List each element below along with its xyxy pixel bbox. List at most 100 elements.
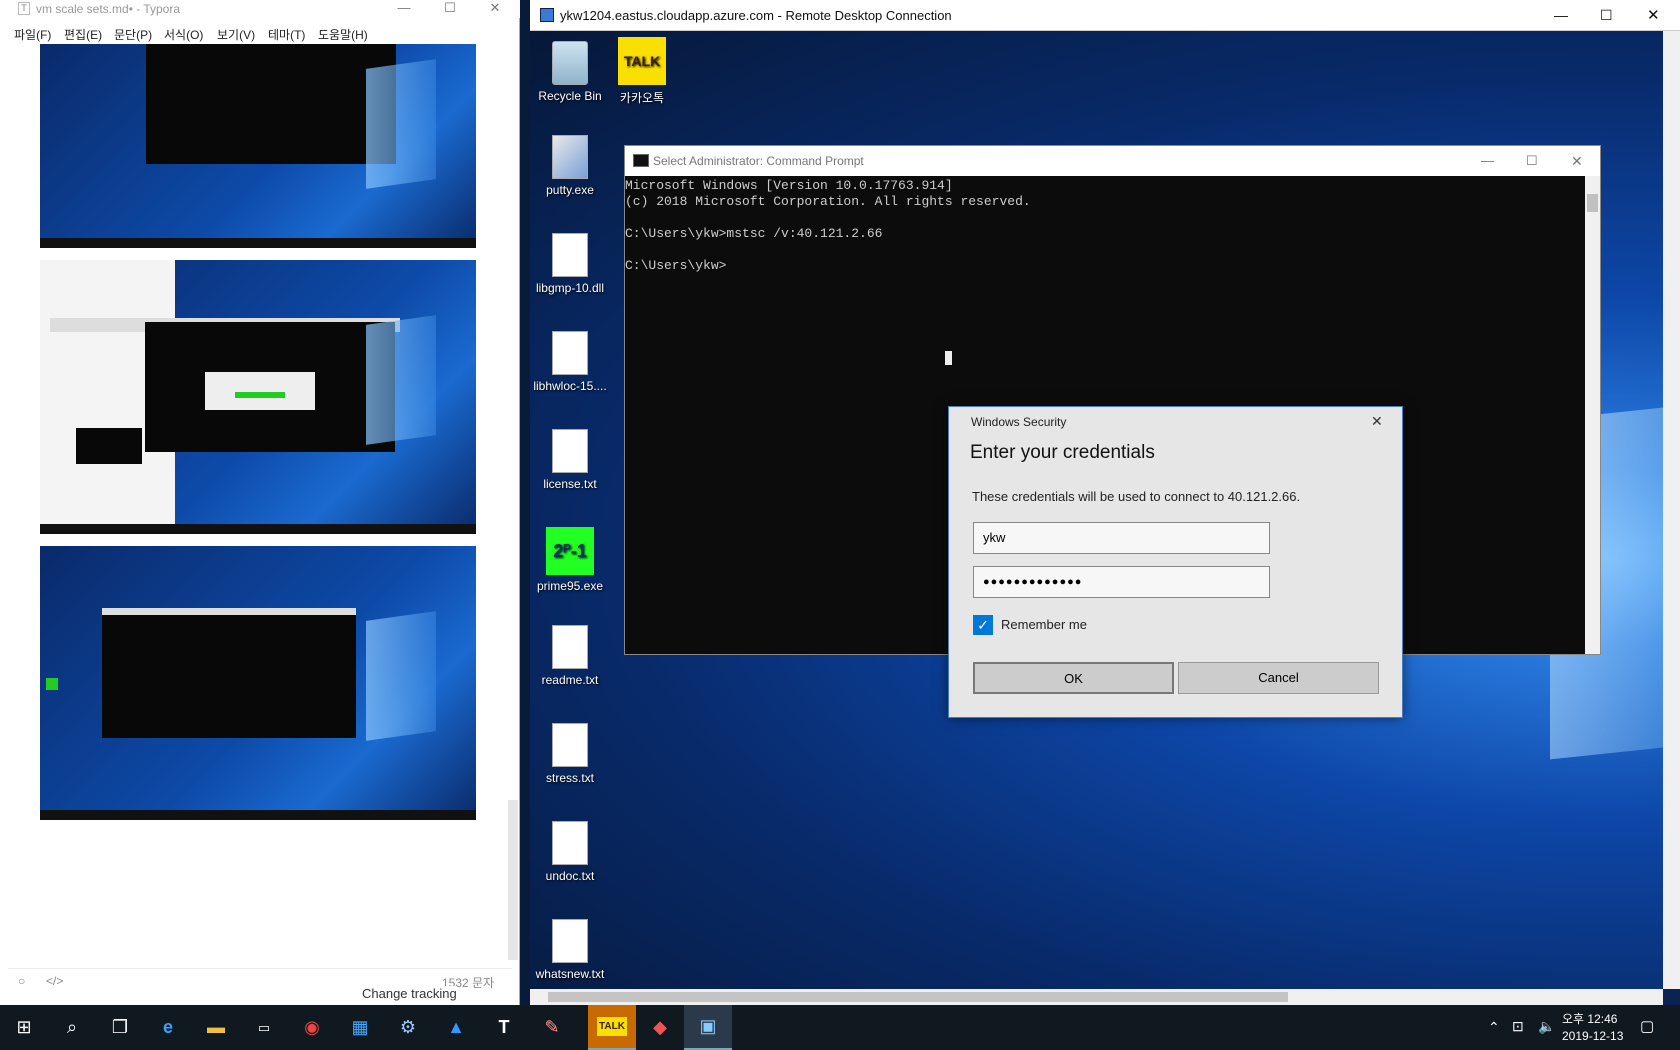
clock-time[interactable]: 오후 12:46 bbox=[1562, 1010, 1617, 1027]
network-icon[interactable]: ⊡ bbox=[1512, 1018, 1524, 1035]
scrollbar-thumb[interactable] bbox=[548, 992, 1288, 1002]
minimize-icon[interactable]: — bbox=[382, 0, 426, 18]
outline-toggle-icon[interactable]: ○ bbox=[18, 974, 25, 988]
desktop-icon-recycle-bin[interactable]: Recycle Bin bbox=[530, 41, 610, 103]
screenshot-image bbox=[40, 260, 476, 534]
desktop-icon-label: license.txt bbox=[543, 477, 597, 491]
desktop-icon-libgmp[interactable]: libgmp-10.dll bbox=[530, 233, 610, 295]
desktop-icon-putty[interactable]: putty.exe bbox=[530, 135, 610, 197]
file-explorer-icon[interactable]: ▬ bbox=[192, 1005, 240, 1050]
menu-view[interactable]: 보기(V) bbox=[217, 26, 255, 43]
rdp-horizontal-scrollbar[interactable] bbox=[530, 989, 1663, 1005]
typora-icon[interactable]: T bbox=[480, 1005, 528, 1050]
desktop-icon-label: prime95.exe bbox=[536, 579, 604, 593]
cmd-scrollbar[interactable] bbox=[1585, 176, 1600, 654]
close-icon[interactable]: ✕ bbox=[473, 0, 517, 18]
cmd-window-title: Select Administrator: Command Prompt bbox=[653, 154, 864, 168]
azure-icon[interactable]: ▲ bbox=[432, 1005, 480, 1050]
menu-paragraph[interactable]: 문단(P) bbox=[114, 26, 152, 43]
desktop-icon-undoc[interactable]: undoc.txt bbox=[530, 821, 610, 883]
source-mode-icon[interactable]: </> bbox=[46, 974, 63, 988]
prime95-icon: 2ᴾ-1 bbox=[546, 527, 594, 575]
typora-window: T vm scale sets.md• - Typora — ☐ ✕ 파일(F)… bbox=[0, 0, 520, 1005]
kakaotalk-icon: TALK bbox=[618, 37, 666, 85]
edge-icon[interactable]: e bbox=[144, 1005, 192, 1050]
chrome-icon[interactable]: ◉ bbox=[288, 1005, 336, 1050]
desktop-icon-label: putty.exe bbox=[546, 183, 594, 197]
typora-window-title: vm scale sets.md• - Typora bbox=[36, 2, 181, 16]
remember-me-checkbox[interactable]: ✓ bbox=[973, 615, 993, 635]
credentials-dialog: Windows Security ✕ Enter your credential… bbox=[948, 406, 1403, 718]
maximize-icon[interactable]: ☐ bbox=[1600, 0, 1613, 31]
recycle-bin-icon bbox=[552, 41, 588, 85]
menu-file[interactable]: 파일(F) bbox=[14, 26, 51, 43]
text-file-icon bbox=[552, 821, 588, 865]
remote-desktop-icon[interactable]: ▣ bbox=[684, 1005, 732, 1050]
password-field[interactable]: ●●●●●●●●●●●●● bbox=[973, 566, 1270, 598]
taskbar: ⊞ ⌕ ❐ e ▬ ▭ ◉ ▦ ⚙ ▲ T ✎ TALK ◆ ▣ ⌃ ⊡ 🔈 오… bbox=[0, 1005, 1680, 1050]
remote-desktop-icon bbox=[540, 8, 554, 22]
screenshot-image bbox=[40, 546, 476, 820]
office-icon[interactable]: ▦ bbox=[336, 1005, 384, 1050]
network-tool-icon[interactable]: ⚙ bbox=[384, 1005, 432, 1050]
username-field[interactable]: ykw bbox=[973, 522, 1270, 554]
desktop-icon-label: undoc.txt bbox=[545, 869, 595, 883]
close-icon[interactable]: ✕ bbox=[1571, 146, 1583, 176]
desktop-icon-stress[interactable]: stress.txt bbox=[530, 723, 610, 785]
typora-document[interactable] bbox=[8, 44, 512, 964]
menu-theme[interactable]: 테마(T) bbox=[268, 26, 305, 43]
close-icon[interactable]: ✕ bbox=[1371, 413, 1383, 430]
git-icon[interactable]: ◆ bbox=[636, 1005, 684, 1050]
text-cursor bbox=[945, 351, 952, 365]
search-icon[interactable]: ⌕ bbox=[48, 1005, 96, 1050]
rdp-vertical-scrollbar[interactable] bbox=[1663, 31, 1680, 989]
rdp-titlebar: ykw1204.eastus.cloudapp.azure.com - Remo… bbox=[530, 0, 1680, 31]
cmd-icon[interactable]: ▭ bbox=[240, 1005, 288, 1050]
kakaotalk-icon[interactable]: TALK bbox=[588, 1005, 636, 1050]
cancel-button[interactable]: Cancel bbox=[1178, 662, 1379, 694]
text-file-icon bbox=[552, 429, 588, 473]
action-center-icon[interactable]: ▢ bbox=[1640, 1017, 1654, 1035]
text-file-icon bbox=[552, 723, 588, 767]
clock-date[interactable]: 2019-12-13 bbox=[1562, 1029, 1623, 1043]
show-hidden-icons-icon[interactable]: ⌃ bbox=[1488, 1019, 1500, 1036]
volume-icon[interactable]: 🔈 bbox=[1538, 1018, 1555, 1035]
desktop-icon-label: Recycle Bin bbox=[538, 89, 602, 103]
desktop-icon-label: libhwloc-15.... bbox=[533, 379, 607, 393]
dll-file-icon bbox=[552, 233, 588, 277]
remember-me-label: Remember me bbox=[1001, 617, 1087, 632]
dialog-heading: Enter your credentials bbox=[970, 442, 1155, 463]
ok-button[interactable]: OK bbox=[973, 662, 1174, 694]
minimize-icon[interactable]: — bbox=[1481, 146, 1494, 176]
maximize-icon[interactable]: ☐ bbox=[1526, 146, 1538, 176]
desktop-icon-libhwloc[interactable]: libhwloc-15.... bbox=[530, 331, 610, 393]
desktop-icon-label: readme.txt bbox=[541, 673, 599, 687]
desktop-icon-label: stress.txt bbox=[545, 771, 594, 785]
desktop-icon-prime95[interactable]: 2ᴾ-1 prime95.exe bbox=[530, 527, 610, 593]
close-icon[interactable]: ✕ bbox=[1647, 0, 1660, 31]
typora-menubar: 파일(F) 편집(E) 문단(P) 서식(O) 보기(V) 테마(T) 도움말(… bbox=[0, 22, 520, 44]
menu-edit[interactable]: 편집(E) bbox=[64, 26, 102, 43]
maximize-icon[interactable]: ☐ bbox=[428, 0, 472, 18]
desktop-icon-kakaotalk[interactable]: TALK 카카오톡 bbox=[602, 37, 682, 106]
desktop-icon-license[interactable]: license.txt bbox=[530, 429, 610, 491]
putty-icon bbox=[552, 135, 588, 179]
dialog-message: These credentials will be used to connec… bbox=[972, 489, 1301, 504]
typora-scrollbar[interactable] bbox=[508, 800, 518, 960]
menu-format[interactable]: 서식(O) bbox=[164, 26, 203, 43]
menu-help[interactable]: 도움말(H) bbox=[318, 26, 368, 43]
paint-icon[interactable]: ✎ bbox=[528, 1005, 576, 1050]
task-view-icon[interactable]: ❐ bbox=[96, 1005, 144, 1050]
minimize-icon[interactable]: — bbox=[1554, 0, 1568, 31]
desktop-icon-whatsnew[interactable]: whatsnew.txt bbox=[530, 919, 610, 981]
desktop-icon-label: 카카오톡 bbox=[619, 91, 665, 105]
desktop-icon-label: libgmp-10.dll bbox=[535, 281, 605, 295]
start-icon[interactable]: ⊞ bbox=[0, 1005, 48, 1050]
dll-file-icon bbox=[552, 331, 588, 375]
text-file-icon bbox=[552, 625, 588, 669]
typora-app-icon: T bbox=[18, 2, 30, 15]
rdp-window-title: ykw1204.eastus.cloudapp.azure.com - Remo… bbox=[560, 8, 952, 23]
background-window-text: Change tracking bbox=[362, 986, 457, 1001]
desktop-icon-readme[interactable]: readme.txt bbox=[530, 625, 610, 687]
cmd-titlebar: Select Administrator: Command Prompt — ☐… bbox=[625, 146, 1600, 176]
